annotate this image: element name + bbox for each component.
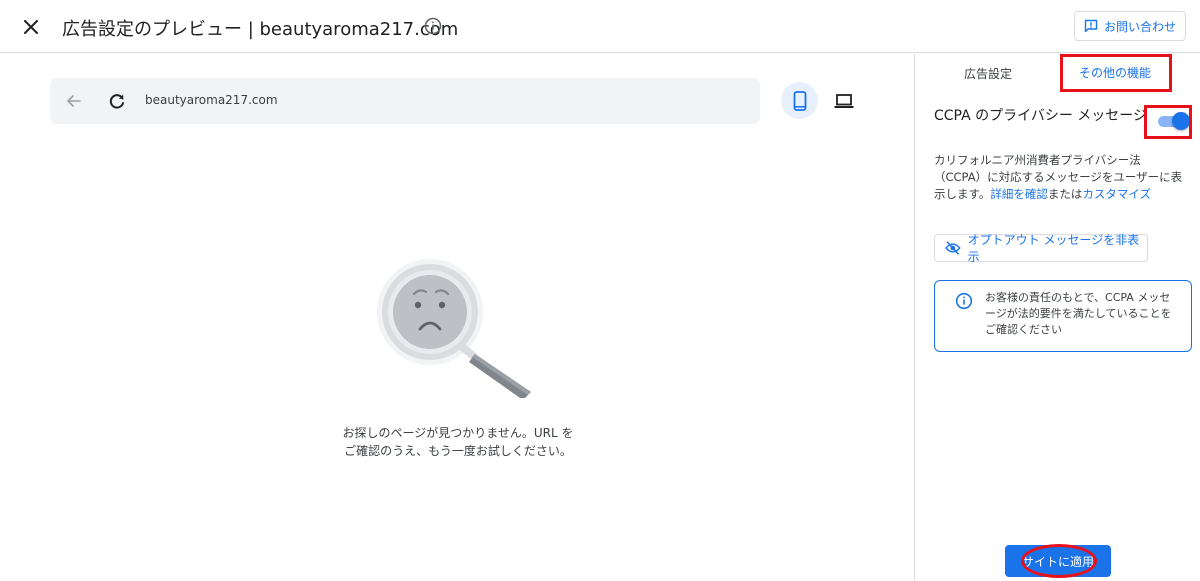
not-found-line-1: お探しのページが見つかりません。URL を <box>342 426 574 440</box>
laptop-icon <box>834 93 853 108</box>
close-icon <box>24 20 38 34</box>
tab-other-features[interactable]: その他の機能 <box>1061 54 1169 92</box>
feedback-icon <box>1084 19 1098 33</box>
top-bar: 広告設定のプレビュー | beautyaroma217.com お問い合わせ <box>0 0 1200 53</box>
notice-box: お客様の責任のもとで、CCPA メッセージが法的要件を満たしていることをご確認く… <box>934 280 1192 352</box>
page-title: 広告設定のプレビュー | beautyaroma217.com <box>62 19 459 40</box>
not-found-illustration <box>377 259 531 398</box>
ccpa-description: カリフォルニア州消費者プライバシー法（CCPA）に対応するメッセージをユーザーに… <box>934 152 1184 203</box>
notice-text: お客様の責任のもとで、CCPA メッセージが法的要件を満たしていることをご確認く… <box>985 291 1172 336</box>
ccpa-desc-or: または <box>1047 187 1083 201</box>
info-icon[interactable] <box>424 17 442 35</box>
site-preview: beautyaroma217.com お探しのページが見つかりません。URL を… <box>0 54 914 581</box>
details-link[interactable]: 詳細を確認 <box>990 187 1048 201</box>
device-mobile-button[interactable] <box>781 82 818 119</box>
url-text: beautyaroma217.com <box>145 93 278 107</box>
customize-link[interactable]: カスタマイズ <box>1082 187 1151 201</box>
not-found-message: お探しのページが見つかりません。URL を ご確認のうえ、もう一度お試しください… <box>300 424 616 460</box>
device-desktop-button[interactable] <box>825 82 862 119</box>
not-found-line-2: ご確認のうえ、もう一度お試しください。 <box>344 444 572 458</box>
browser-address-bar: beautyaroma217.com <box>50 78 760 124</box>
info-icon <box>955 292 973 310</box>
settings-panel: 広告設定 その他の機能 CCPA のプライバシー メッセージ カリフォルニア州消… <box>914 54 1200 581</box>
ccpa-title: CCPA のプライバシー メッセージ <box>934 108 1148 124</box>
hide-optout-label: オプトアウト メッセージを非表示 <box>967 233 1140 264</box>
reload-icon[interactable] <box>106 90 128 112</box>
contact-label: お問い合わせ <box>1103 19 1176 34</box>
contact-button[interactable]: お問い合わせ <box>1074 11 1186 41</box>
toggle-knob <box>1172 112 1190 130</box>
visibility-off-icon <box>945 241 961 255</box>
ccpa-toggle[interactable] <box>1154 111 1190 131</box>
arrow-back-icon[interactable] <box>64 91 84 111</box>
hide-optout-button[interactable]: オプトアウト メッセージを非表示 <box>934 233 1148 264</box>
tab-ad-settings[interactable]: 広告設定 <box>935 54 1041 92</box>
smartphone-icon <box>793 90 806 111</box>
apply-to-site-button[interactable]: サイトに適用 <box>1005 545 1111 577</box>
close-button[interactable] <box>18 14 44 40</box>
